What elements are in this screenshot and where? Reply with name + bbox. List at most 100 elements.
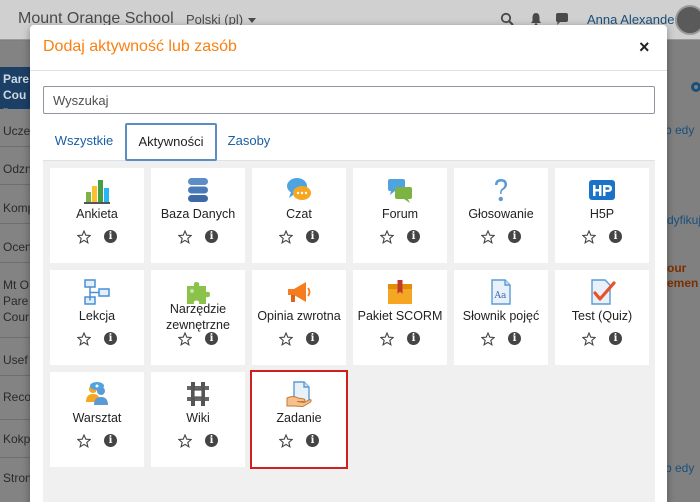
forum-icon (388, 179, 412, 203)
tile-choice[interactable]: Głosowanie i (454, 168, 548, 263)
scorm-package-icon (388, 280, 412, 304)
modal-title: Dodaj aktywność lub zasób (43, 38, 237, 55)
star-icon[interactable] (279, 332, 293, 346)
tile-h5p[interactable]: H5P i (555, 168, 649, 263)
star-icon[interactable] (279, 434, 293, 448)
tile-label: Narzędzie zewnętrzne (166, 302, 230, 332)
drawer-divider (0, 375, 30, 376)
activity-grid: Ankieta i Baza Danych i Czat i Forum i G… (43, 161, 655, 502)
info-icon[interactable]: i (407, 332, 420, 345)
assignment-icon (286, 381, 312, 408)
tile-chat[interactable]: Czat i (252, 168, 346, 263)
star-icon[interactable] (77, 332, 91, 346)
drawer-divider (0, 146, 30, 147)
star-icon[interactable] (178, 230, 192, 244)
background-drawer: Pare Cour Ucze Odzn Komp Ocen Mt O Pare … (0, 41, 30, 502)
tab-resources[interactable]: Zasoby (217, 123, 281, 160)
info-icon[interactable]: i (205, 230, 218, 243)
info-icon[interactable]: i (104, 434, 117, 447)
info-icon[interactable]: i (306, 230, 319, 243)
tile-lesson[interactable]: Lekcja i (50, 270, 144, 365)
tile-forum[interactable]: Forum i (353, 168, 447, 263)
tile-label: Lekcja (78, 309, 116, 323)
tab-activities[interactable]: Aktywności (125, 123, 217, 161)
star-icon[interactable] (178, 332, 192, 346)
info-icon[interactable]: i (104, 332, 117, 345)
tile-label: H5P (589, 207, 615, 221)
info-icon[interactable]: i (407, 230, 420, 243)
star-icon[interactable] (481, 230, 495, 244)
heading-fragment: our (667, 261, 687, 275)
chevron-down-icon (248, 18, 257, 24)
star-icon[interactable] (77, 434, 91, 448)
tile-label: Zadanie (276, 411, 322, 425)
tile-label: Wiki (186, 411, 210, 425)
star-icon[interactable] (279, 230, 293, 244)
tab-all[interactable]: Wszystkie (43, 123, 125, 160)
drawer-item: Pare Cour (0, 67, 30, 109)
info-icon[interactable]: i (306, 332, 319, 345)
info-icon[interactable]: i (609, 230, 622, 243)
drawer-divider (0, 223, 30, 224)
star-icon[interactable] (582, 230, 596, 244)
star-icon[interactable] (380, 230, 394, 244)
info-icon[interactable]: i (306, 434, 319, 447)
drawer-divider (0, 337, 30, 338)
info-icon[interactable]: i (508, 230, 521, 243)
star-icon[interactable] (481, 332, 495, 346)
edit-link-fragment: dyfikuj (667, 213, 700, 227)
gear-icon (691, 82, 700, 92)
drawer-item: Reco (3, 390, 30, 404)
search-input[interactable] (43, 86, 655, 114)
tab-bar: Wszystkie Aktywności Zasoby (43, 123, 655, 161)
tile-wiki[interactable]: Wiki i (151, 372, 245, 467)
bell-icon (531, 13, 541, 26)
star-icon[interactable] (582, 332, 596, 346)
message-icon (556, 13, 568, 25)
edit-link-fragment: b edy (665, 123, 695, 137)
lesson-icon (84, 279, 110, 305)
tile-assignment[interactable]: Zadanie i (250, 370, 348, 469)
info-icon[interactable]: i (205, 332, 218, 345)
tile-scorm[interactable]: Pakiet SCORM i (353, 270, 447, 365)
tile-glossary[interactable]: Aa Słownik pojęć i (454, 270, 548, 365)
tile-survey[interactable]: Ankieta i (50, 168, 144, 263)
question-icon (495, 179, 507, 202)
info-icon[interactable]: i (508, 332, 521, 345)
tile-label: Baza Danych (160, 207, 236, 221)
glossary-icon: Aa (491, 279, 511, 305)
star-icon[interactable] (178, 434, 192, 448)
search-icon (500, 12, 514, 26)
drawer-divider (0, 262, 30, 263)
h5p-icon (589, 180, 615, 200)
info-icon[interactable]: i (205, 434, 218, 447)
star-icon[interactable] (77, 230, 91, 244)
workshop-icon (86, 382, 108, 405)
tile-feedback[interactable]: Opinia zwrotna i (252, 270, 346, 365)
star-icon[interactable] (380, 332, 394, 346)
drawer-item: Stron (3, 471, 30, 485)
info-icon[interactable]: i (104, 230, 117, 243)
quiz-checkmark-icon (591, 279, 616, 305)
drawer-item: Mt O Pare Cour (3, 278, 30, 324)
tile-label: Czat (286, 207, 312, 221)
tile-label: Test (Quiz) (571, 309, 633, 323)
drawer-item: Usef (3, 353, 28, 367)
tile-external-tool[interactable]: Narzędzie zewnętrzne i (151, 270, 245, 365)
survey-chart-icon (84, 180, 110, 204)
drawer-item: Ocen (3, 240, 30, 254)
chat-icon (287, 178, 311, 200)
tile-database[interactable]: Baza Danych i (151, 168, 245, 263)
drawer-item: Ucze (3, 124, 30, 138)
tile-label: Forum (381, 207, 419, 221)
info-icon[interactable]: i (609, 332, 622, 345)
drawer-divider (0, 419, 30, 420)
wiki-icon (187, 382, 209, 406)
drawer-divider (0, 184, 30, 185)
drawer-item: Komp (3, 201, 30, 215)
tile-workshop[interactable]: Warsztat i (50, 372, 144, 467)
megaphone-icon (288, 282, 311, 302)
add-activity-modal: Dodaj aktywność lub zasób × Wszystkie Ak… (30, 25, 667, 502)
close-button[interactable]: × (639, 37, 650, 57)
tile-quiz[interactable]: Test (Quiz) i (555, 270, 649, 365)
